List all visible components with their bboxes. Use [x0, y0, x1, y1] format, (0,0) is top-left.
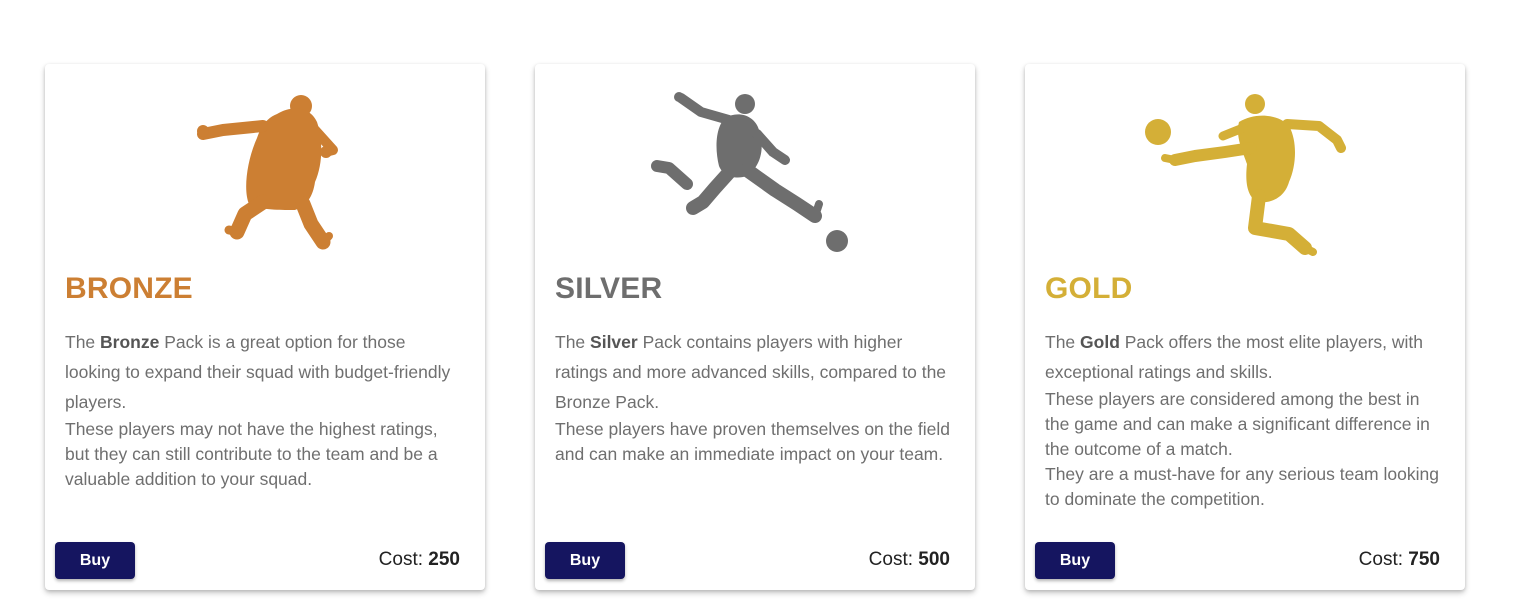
description-lead: The Silver Pack contains players with hi…: [555, 332, 947, 412]
description-lead: The Bronze Pack is a great option for th…: [65, 332, 451, 412]
pack-description: The Bronze Pack is a great option for th…: [65, 327, 465, 492]
buy-button[interactable]: Buy: [1035, 542, 1115, 579]
pack-name-bold: Bronze: [100, 332, 160, 352]
buy-button[interactable]: Buy: [55, 542, 135, 579]
bronze-player-silhouette-icon: [197, 95, 338, 250]
description-detail: They are a must-have for any serious tea…: [1045, 464, 1439, 509]
cost-display: Cost: 750: [1358, 549, 1440, 570]
description-detail: These players have proven themselves on …: [555, 419, 950, 464]
pack-card-gold: GOLD The Gold Pack offers the most elite…: [1025, 64, 1465, 590]
pack-name-bold: Gold: [1080, 332, 1120, 352]
cost-display: Cost: 500: [868, 549, 950, 570]
description-detail: These players may not have the highest r…: [65, 419, 438, 489]
pack-title: BRONZE: [65, 272, 193, 305]
description-lead: The Gold Pack offers the most elite play…: [1045, 332, 1424, 382]
description-detail: These players are considered among the b…: [1045, 389, 1430, 459]
pack-card-bronze: BRONZE The Bronze Pack is a great option…: [45, 64, 485, 590]
gold-player-silhouette-icon: [1145, 94, 1346, 256]
cost-display: Cost: 250: [378, 549, 460, 570]
cost-value: 500: [918, 549, 950, 570]
buy-button[interactable]: Buy: [545, 542, 625, 579]
pack-title: SILVER: [555, 272, 663, 305]
pack-title: GOLD: [1045, 272, 1133, 305]
pack-card-silver: SILVER The Silver Pack contains players …: [535, 64, 975, 590]
cost-value: 750: [1408, 549, 1440, 570]
cost-value: 250: [428, 549, 460, 570]
pack-description: The Silver Pack contains players with hi…: [555, 327, 955, 467]
silver-player-silhouette-icon: [651, 92, 848, 252]
pack-description: The Gold Pack offers the most elite play…: [1045, 327, 1445, 512]
pack-name-bold: Silver: [590, 332, 638, 352]
